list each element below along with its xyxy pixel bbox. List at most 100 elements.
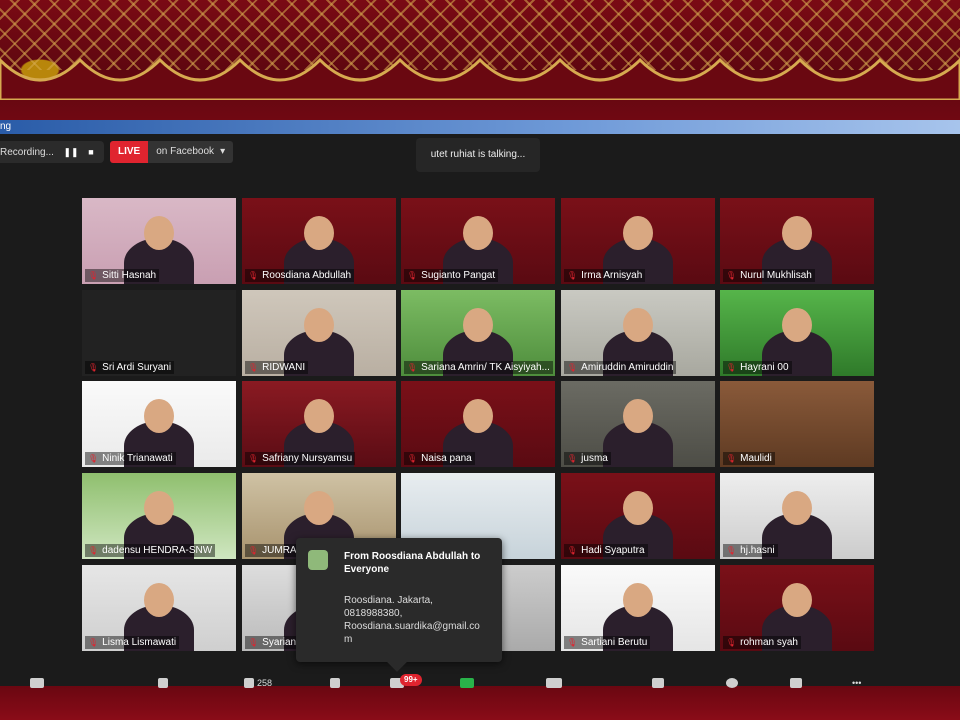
live-stream-control[interactable]: LIVE on Facebook ▾ [110,141,234,163]
mic-muted-icon: 🎙 [567,638,578,647]
participant-face [144,216,174,250]
more-button[interactable]: ••• [852,672,861,688]
mic-muted-icon: 🎙 [726,454,737,463]
participant-name: Lisma Lismawati [102,637,177,648]
recording-indicator: Recording... ❚❚ ■ [0,141,104,163]
mic-muted-icon: 🎙 [248,546,259,555]
apps-icon [790,678,802,688]
participant-name: Ninik Trianawati [102,453,173,464]
window-title-bar: ng [0,120,960,134]
participant-tile[interactable]: 🎙 dadensu HENDRA-SNW [82,473,236,559]
participant-face [782,583,812,617]
participant-tile[interactable]: 🎙 Sugianto Pangat [401,198,555,284]
chat-unread-badge: 99+ [400,674,422,686]
participant-tile[interactable]: 🎙 Hadi Syaputra [561,473,715,559]
chat-notification[interactable]: From Roosdiana Abdullah to Everyone Roos… [296,538,502,672]
caret-down-icon: ▾ [220,146,226,157]
participant-name: Hayrani 00 [740,362,789,373]
participant-name: Sitti Hasnah [102,270,157,281]
participant-face [304,308,334,342]
participant-tile[interactable]: 🎙 Naisa pana [401,381,555,467]
participant-name: Sugianto Pangat [421,270,496,281]
participant-name-label: 🎙 Sariana Amrin/ TK Aisyiyah... [404,361,553,374]
more-icon: ••• [852,678,862,688]
participant-name: Naisa pana [421,453,472,464]
share-screen-icon [460,678,474,688]
participant-tile[interactable]: 🎙 Sitti Hasnah [82,198,236,284]
participant-tile[interactable]: 🎙 hj.hasni [720,473,874,559]
participant-tile[interactable]: 🎙 Hayrani 00 [720,290,874,376]
mic-muted-icon: 🎙 [726,363,737,372]
live-platform-dropdown[interactable]: on Facebook ▾ [148,141,234,163]
apps-button[interactable] [790,672,802,688]
chart-icon [330,678,340,688]
participant-name: jusma [581,453,608,464]
participant-name: Sartiani Berutu [581,637,648,648]
banner-arches [0,57,960,100]
record-button[interactable] [546,672,562,688]
participant-tile[interactable]: 🎙 rohman syah [720,565,874,651]
participant-name-label: 🎙 Safriany Nursyamsu [245,452,356,465]
participant-name: Hadi Syaputra [581,545,645,556]
smile-icon [726,678,738,688]
mic-muted-icon: 🎙 [248,271,259,280]
stop-icon[interactable]: ■ [84,145,98,159]
participant-face [782,491,812,525]
video-button[interactable] [30,672,44,688]
participant-tile[interactable]: 🎙 Sariana Amrin/ TK Aisyiyah... [401,290,555,376]
participants-button[interactable]: 258 [244,672,272,688]
share-screen-button[interactable] [460,672,474,688]
participant-face [463,216,493,250]
participant-tile[interactable]: 🎙 Ninik Trianawati [82,381,236,467]
participant-name-label: 🎙 Roosdiana Abdullah [245,269,355,282]
participant-face [304,399,334,433]
participant-face [304,491,334,525]
bottom-banner [0,686,960,720]
breakout-rooms-button[interactable] [652,672,664,688]
participant-tile[interactable]: 🎙 Maulidi [720,381,874,467]
participant-name-label: 🎙 Ninik Trianawati [85,452,176,465]
participant-name-label: 🎙 Maulidi [723,452,775,465]
participant-tile[interactable]: 🎙 Irma Arnisyah [561,198,715,284]
pause-icon[interactable]: ❚❚ [63,145,78,159]
participant-tile[interactable]: 🎙 Amiruddin Amiruddin [561,290,715,376]
mic-muted-icon: 🎙 [567,271,578,280]
mic-muted-icon: 🎙 [407,271,418,280]
participant-name-label: 🎙 Sugianto Pangat [404,269,499,282]
participant-name: Amiruddin Amiruddin [581,362,674,373]
participant-name-label: 🎙 Sitti Hasnah [85,269,160,282]
participant-tile[interactable]: 🎙 Roosdiana Abdullah [242,198,396,284]
participant-tile[interactable]: 🎙 Lisma Lismawati [82,565,236,651]
reactions-button[interactable] [726,672,738,688]
live-platform-label: on Facebook [156,146,215,157]
audio-button[interactable] [158,672,168,688]
participant-name: Sariana Amrin/ TK Aisyiyah... [421,362,550,373]
participant-face [144,583,174,617]
participant-name: Safriany Nursyamsu [262,453,353,464]
participant-tile[interactable]: 🎙 jusma [561,381,715,467]
participant-face [782,216,812,250]
mic-muted-icon: 🎙 [248,363,259,372]
mic-muted-icon: 🎙 [88,363,99,372]
participant-name: rohman syah [740,637,798,648]
participant-name: Irma Arnisyah [581,270,643,281]
participant-face [782,308,812,342]
participant-tile[interactable]: 🎙 Nurul Mukhlisah [720,198,874,284]
participant-name-label: 🎙 Naisa pana [404,452,475,465]
participant-tile[interactable]: 🎙 Sartiani Berutu [561,565,715,651]
participant-tile[interactable]: 🎙 Sri Ardi Suryani [82,290,236,376]
participant-tile[interactable]: 🎙 Safriany Nursyamsu [242,381,396,467]
participant-name-label: 🎙 Hadi Syaputra [564,544,648,557]
participant-name: Nurul Mukhlisah [740,270,812,281]
participant-name-label: 🎙 hj.hasni [723,544,778,557]
avatar [308,550,328,570]
participant-face [623,399,653,433]
participant-tile[interactable]: 🎙 RIDWANI [242,290,396,376]
participant-name: RIDWANI [262,362,306,373]
camera-icon [30,678,44,688]
participant-name: Sri Ardi Suryani [102,362,172,373]
mic-muted-icon: 🎙 [567,546,578,555]
participant-face [144,399,174,433]
participant-name-label: 🎙 Irma Arnisyah [564,269,646,282]
polls-button[interactable] [330,672,340,688]
